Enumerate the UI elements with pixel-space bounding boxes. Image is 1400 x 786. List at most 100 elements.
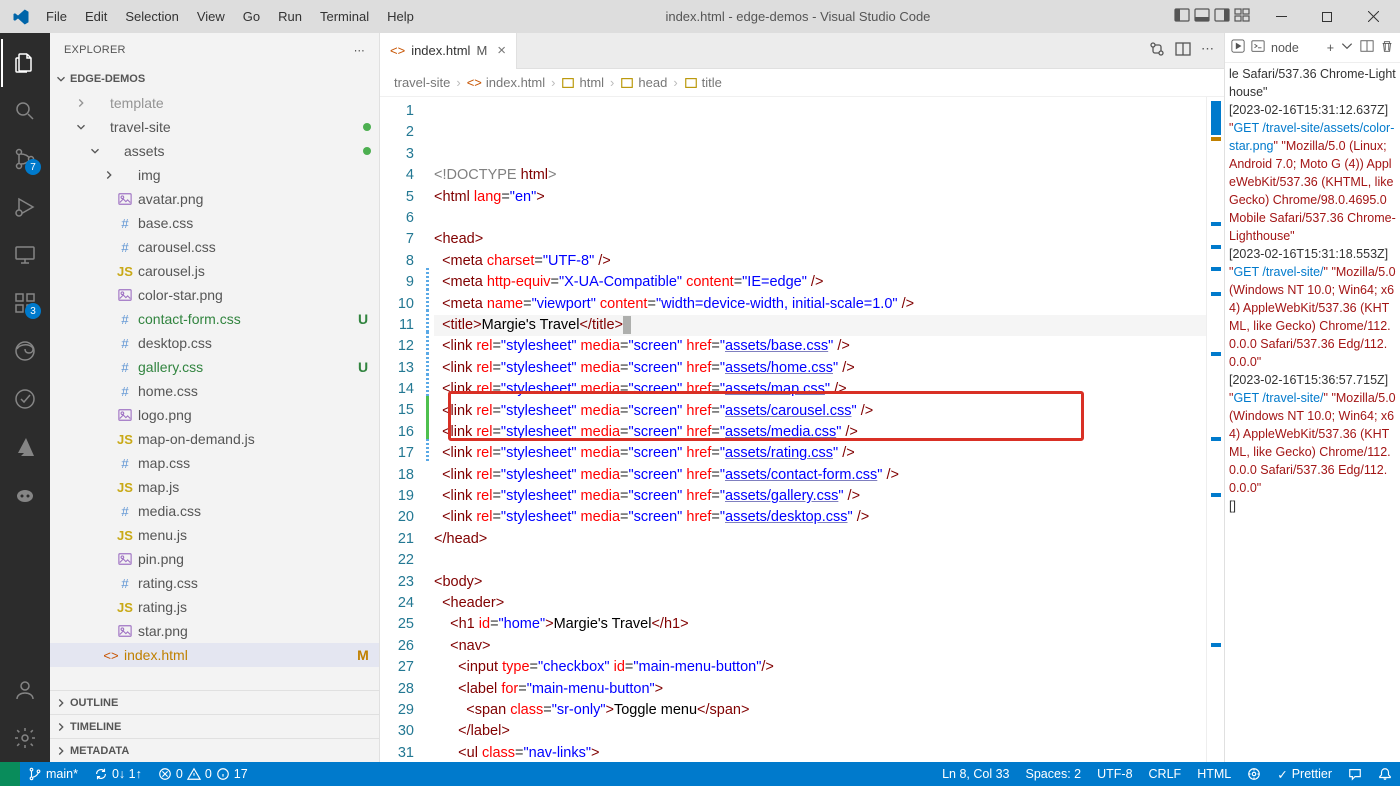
- file-tree-item[interactable]: star.png: [50, 619, 379, 643]
- tab-label: index.html: [411, 43, 470, 58]
- terminal-output[interactable]: le Safari/537.36 Chrome-Lighthouse" [202…: [1225, 63, 1400, 762]
- html-file-icon: <>: [390, 43, 405, 58]
- terminal-shell-icon[interactable]: [1251, 39, 1265, 56]
- maximize-button[interactable]: [1304, 0, 1350, 33]
- file-tree-item[interactable]: desktop.css: [50, 331, 379, 355]
- remote-explorer-icon[interactable]: [1, 231, 49, 279]
- file-tree-item[interactable]: img: [50, 163, 379, 187]
- file-tree-item[interactable]: rating.css: [50, 571, 379, 595]
- tab-index-html[interactable]: <> index.html M ×: [380, 33, 517, 69]
- extensions-icon[interactable]: 3: [1, 279, 49, 327]
- close-tab-icon[interactable]: ×: [497, 42, 506, 59]
- file-tree-item[interactable]: JSmap-on-demand.js: [50, 427, 379, 451]
- section-timeline[interactable]: TIMELINE: [50, 714, 379, 738]
- run-icon[interactable]: [1231, 39, 1245, 56]
- feedback-icon[interactable]: [1340, 762, 1370, 786]
- layout-secondary-icon[interactable]: [1214, 7, 1230, 26]
- minimap[interactable]: [1206, 97, 1224, 762]
- explorer-icon[interactable]: [1, 39, 49, 87]
- file-tree-item[interactable]: media.css: [50, 499, 379, 523]
- file-tree-item[interactable]: base.css: [50, 211, 379, 235]
- close-window-button[interactable]: [1350, 0, 1396, 33]
- code-editor[interactable]: 1234567891011121314151617181920212223242…: [380, 97, 1224, 762]
- git-sync[interactable]: 0↓ 1↑: [86, 762, 150, 786]
- file-tree-item[interactable]: JSmap.js: [50, 475, 379, 499]
- menu-bar: FileEditSelectionViewGoRunTerminalHelp: [38, 5, 422, 28]
- folder-section-header[interactable]: EDGE-DEMOS: [50, 67, 379, 91]
- menu-go[interactable]: Go: [235, 5, 268, 28]
- compare-changes-icon[interactable]: [1149, 41, 1165, 60]
- file-tree-item[interactable]: JSmenu.js: [50, 523, 379, 547]
- file-tree-item[interactable]: avatar.png: [50, 187, 379, 211]
- terminal-dropdown-icon[interactable]: [1340, 39, 1354, 56]
- file-tree-item[interactable]: gallery.cssU: [50, 355, 379, 379]
- terminal-panel: node + le Safari/537.36 Chrome-Lighthous…: [1224, 33, 1400, 762]
- sidebar-more-icon[interactable]: ⋯: [354, 44, 365, 57]
- file-tree-item[interactable]: color-star.png: [50, 283, 379, 307]
- check-icon[interactable]: [1, 375, 49, 423]
- section-metadata[interactable]: METADATA: [50, 738, 379, 762]
- breadcrumb-item[interactable]: title: [684, 75, 722, 90]
- tab-bar: <> index.html M × ⋯: [380, 33, 1224, 69]
- file-tree-item[interactable]: travel-site: [50, 115, 379, 139]
- file-tree-item[interactable]: pin.png: [50, 547, 379, 571]
- tab-more-icon[interactable]: ⋯: [1201, 41, 1214, 60]
- layout-customize-icon[interactable]: [1234, 7, 1250, 26]
- sidebar: EXPLORER ⋯ EDGE-DEMOS templatetravel-sit…: [50, 33, 380, 762]
- problems-status[interactable]: 0 0 17: [150, 762, 256, 786]
- file-tree-item[interactable]: logo.png: [50, 403, 379, 427]
- menu-terminal[interactable]: Terminal: [312, 5, 377, 28]
- kill-terminal-icon[interactable]: [1380, 39, 1394, 56]
- terminal-label: node: [1271, 41, 1299, 55]
- file-tree-item[interactable]: JScarousel.js: [50, 259, 379, 283]
- breadcrumbs[interactable]: travel-site›<> index.html› html› head› t…: [380, 69, 1224, 97]
- eol-status[interactable]: CRLF: [1141, 762, 1190, 786]
- split-editor-icon[interactable]: [1175, 41, 1191, 60]
- breadcrumb-item[interactable]: <> index.html: [467, 75, 545, 90]
- split-terminal-icon[interactable]: [1360, 39, 1374, 56]
- prettier-status[interactable]: ✓Prettier: [1269, 762, 1340, 786]
- menu-edit[interactable]: Edit: [77, 5, 115, 28]
- accounts-icon[interactable]: [1, 666, 49, 714]
- ports-status[interactable]: [1239, 762, 1269, 786]
- git-branch[interactable]: main*: [20, 762, 86, 786]
- menu-view[interactable]: View: [189, 5, 233, 28]
- source-control-icon[interactable]: 7: [1, 135, 49, 183]
- scm-badge: 7: [25, 159, 41, 175]
- breadcrumb-item[interactable]: travel-site: [394, 75, 450, 90]
- menu-selection[interactable]: Selection: [117, 5, 186, 28]
- menu-help[interactable]: Help: [379, 5, 422, 28]
- settings-gear-icon[interactable]: [1, 714, 49, 762]
- file-tree-item[interactable]: <>index.htmlM: [50, 643, 379, 667]
- layout-primary-icon[interactable]: [1174, 7, 1190, 26]
- breadcrumb-item[interactable]: head: [620, 75, 667, 90]
- breadcrumb-item[interactable]: html: [561, 75, 604, 90]
- file-tree-item[interactable]: carousel.css: [50, 235, 379, 259]
- file-tree-item[interactable]: home.css: [50, 379, 379, 403]
- indentation-status[interactable]: Spaces: 2: [1018, 762, 1090, 786]
- status-bar: main* 0↓ 1↑ 0 0 17 Ln 8, Col 33 Spaces: …: [0, 762, 1400, 786]
- encoding-status[interactable]: UTF-8: [1089, 762, 1140, 786]
- layout-bottom-icon[interactable]: [1194, 7, 1210, 26]
- title-bar: FileEditSelectionViewGoRunTerminalHelp i…: [0, 0, 1400, 33]
- azure-icon[interactable]: [1, 423, 49, 471]
- file-tree-item[interactable]: assets: [50, 139, 379, 163]
- file-tree-item[interactable]: map.css: [50, 451, 379, 475]
- menu-file[interactable]: File: [38, 5, 75, 28]
- run-debug-icon[interactable]: [1, 183, 49, 231]
- new-terminal-icon[interactable]: +: [1327, 41, 1334, 55]
- menu-run[interactable]: Run: [270, 5, 310, 28]
- remote-indicator[interactable]: [0, 762, 20, 786]
- minimize-button[interactable]: [1258, 0, 1304, 33]
- file-tree-item[interactable]: template: [50, 91, 379, 115]
- section-outline[interactable]: OUTLINE: [50, 690, 379, 714]
- search-icon[interactable]: [1, 87, 49, 135]
- cursor-position[interactable]: Ln 8, Col 33: [934, 762, 1017, 786]
- language-mode[interactable]: HTML: [1189, 762, 1239, 786]
- copilot-icon[interactable]: [1, 471, 49, 519]
- file-tree-item[interactable]: contact-form.cssU: [50, 307, 379, 331]
- file-tree-item[interactable]: JSrating.js: [50, 595, 379, 619]
- edge-icon[interactable]: [1, 327, 49, 375]
- tab-modified-indicator: M: [476, 43, 487, 58]
- notifications-icon[interactable]: [1370, 762, 1400, 786]
